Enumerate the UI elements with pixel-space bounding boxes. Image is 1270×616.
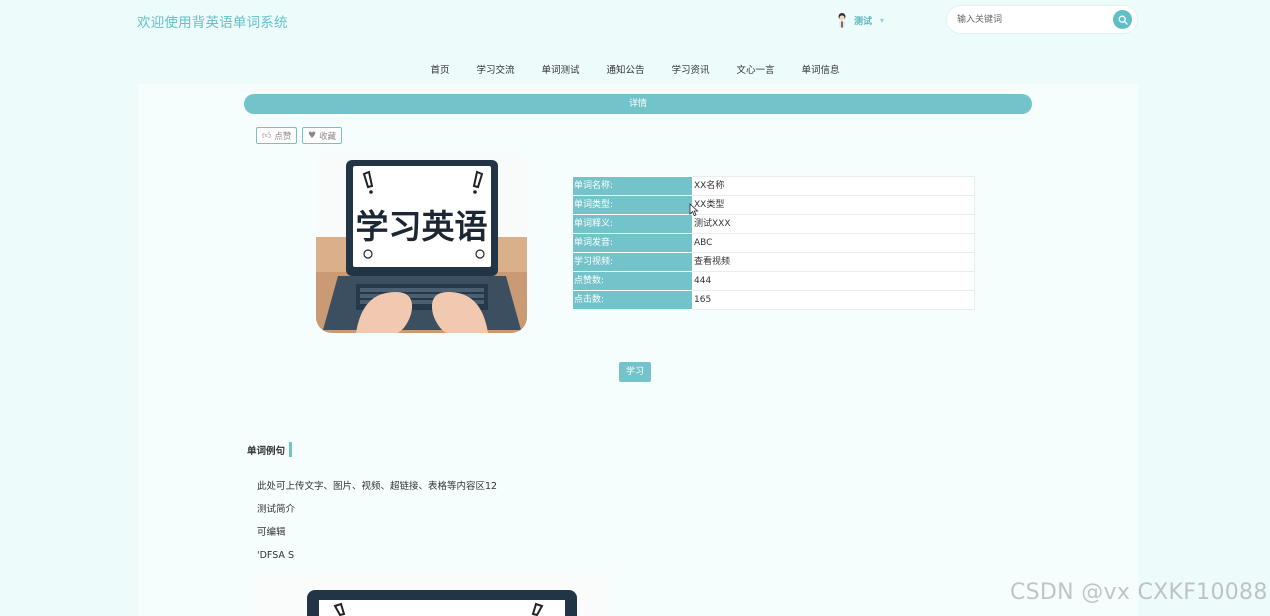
nav-item-wenxin[interactable]: 文心一言 [737,62,775,80]
content-line: 'DFSA S [257,550,294,561]
watermark: CSDN @vx CXKF10088 [1010,580,1268,605]
example-section-title: 单词例句 [247,442,293,457]
field-value: 165 [692,290,975,310]
search-button[interactable] [1113,10,1132,29]
top-bar: 欢迎使用背英语单词系统 测试 ▾ [0,0,1270,40]
field-label: 学习视频: [572,252,693,272]
like-button[interactable]: 👍︎ 点赞 [256,127,298,144]
search-input[interactable] [957,12,1107,28]
table-row: 单词名称: XX名称 [572,176,975,196]
detail-header-bar: 详情 [244,94,1032,114]
main-nav: 首页 学习交流 单词测试 通知公告 学习资讯 文心一言 单词信息 [0,62,1270,80]
table-row: 单词释义: 测试XXX [572,214,975,234]
nav-item-word-test[interactable]: 单词测试 [541,62,579,80]
nav-item-notice[interactable]: 通知公告 [606,62,644,80]
site-title: 欢迎使用背英语单词系统 [137,15,288,31]
search-icon [1118,15,1128,25]
table-row: 学习视频: 查看视频 [572,252,975,272]
field-value: 测试XXX [692,214,975,234]
like-label: 点赞 [274,131,292,142]
table-row: 单词发音: ABC [572,233,975,253]
word-cover-image: 学习英语 [316,152,527,333]
field-value: ABC [692,233,975,253]
nav-item-home[interactable]: 首页 [430,62,449,80]
word-info-table: 单词名称: XX名称 单词类型: XX类型 单词释义: 测试XXX 单词发音: … [572,176,975,310]
content-line: 此处可上传文字、图片、视频、超链接、表格等内容区12 [257,481,498,492]
search-box [946,5,1138,34]
nav-item-word-info[interactable]: 单词信息 [802,62,840,80]
field-value: 444 [692,271,975,291]
favorite-label: 收藏 [319,131,337,142]
user-menu[interactable]: 测试 ▾ [836,11,884,29]
field-label: 单词类型: [572,195,693,215]
table-row: 点赞数: 444 [572,271,975,291]
user-avatar-icon [838,12,846,27]
nav-item-study-news[interactable]: 学习资讯 [672,62,710,80]
field-value: XX名称 [692,176,975,196]
user-name: 测试 [854,16,873,27]
example-content-image [257,572,612,616]
favorite-button[interactable]: ♥ 收藏 [302,127,343,144]
cover-image-text: 学习英语 [355,207,488,246]
field-label: 单词释义: [572,214,693,234]
section-title-text: 单词例句 [247,445,286,457]
field-value: XX类型 [692,195,975,215]
content-line: 测试简介 [257,504,296,515]
heart-icon: ♥ [308,130,317,141]
field-label: 点击数: [572,290,693,310]
study-button[interactable]: 学习 [619,362,651,382]
nav-item-study-exchange[interactable]: 学习交流 [476,62,514,80]
table-row: 单词类型: XX类型 [572,195,975,215]
view-video-link[interactable]: 查看视频 [692,252,975,272]
thumbs-up-icon: 👍︎ [262,130,272,141]
title-accent-bar [289,442,293,457]
field-label: 单词名称: [572,176,693,196]
content-line: 可编辑 [257,527,286,538]
field-label: 单词发音: [572,233,693,253]
example-content: 此处可上传文字、图片、视频、超链接、表格等内容区12 测试简介 可编辑 'DFS… [257,480,497,572]
mouse-pointer-icon [689,203,699,217]
table-row: 点击数: 165 [572,290,975,310]
chevron-down-icon: ▾ [880,15,885,25]
field-label: 点赞数: [572,271,693,291]
